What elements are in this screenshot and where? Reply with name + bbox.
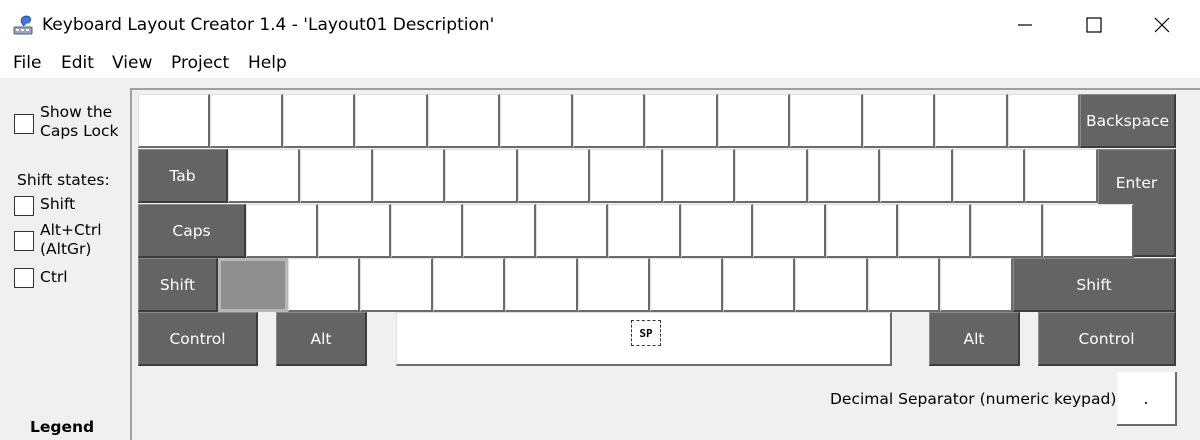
space-key-label: SP — [631, 320, 661, 346]
key[interactable] — [500, 94, 573, 148]
menu-help[interactable]: Help — [248, 53, 287, 73]
key[interactable] — [935, 94, 1008, 148]
key[interactable] — [573, 94, 645, 148]
show-caps-lock-label: Show the Caps Lock — [40, 103, 119, 140]
altgr-label: Alt+Ctrl (AltGr) — [40, 221, 102, 258]
key[interactable] — [505, 258, 578, 312]
key[interactable] — [318, 204, 391, 258]
key[interactable] — [445, 149, 518, 203]
minimize-button[interactable] — [992, 0, 1058, 50]
menu-view[interactable]: View — [112, 53, 152, 73]
key[interactable] — [953, 149, 1025, 203]
key[interactable] — [880, 149, 953, 203]
key[interactable] — [645, 94, 718, 148]
shift-left-key[interactable]: Shift — [138, 258, 218, 312]
key[interactable] — [681, 204, 753, 258]
control-left-key[interactable]: Control — [138, 312, 258, 366]
caps-key[interactable]: Caps — [138, 204, 246, 258]
key[interactable] — [373, 149, 445, 203]
close-icon — [1154, 17, 1170, 33]
altgr-checkbox[interactable] — [14, 231, 34, 251]
key[interactable] — [790, 94, 863, 148]
key[interactable] — [608, 204, 681, 258]
menu-project[interactable]: Project — [171, 53, 229, 73]
maximize-icon — [1086, 17, 1102, 33]
maximize-button[interactable] — [1060, 0, 1126, 50]
shift-right-key[interactable]: Shift — [1013, 258, 1176, 312]
key[interactable] — [433, 258, 505, 312]
key[interactable] — [210, 94, 283, 148]
key[interactable] — [863, 94, 935, 148]
ctrl-label: Ctrl — [40, 268, 68, 286]
decimal-separator-key[interactable]: . — [1117, 372, 1177, 426]
key[interactable] — [288, 258, 360, 312]
control-right-key[interactable]: Control — [1038, 312, 1176, 366]
key[interactable] — [940, 258, 1013, 312]
key[interactable] — [246, 204, 318, 258]
menu-edit[interactable]: Edit — [61, 53, 94, 73]
show-caps-lock-checkbox[interactable] — [14, 114, 34, 134]
legend-label: Legend — [30, 418, 95, 436]
menu-file[interactable]: File — [13, 53, 41, 73]
key[interactable] — [463, 204, 536, 258]
key[interactable] — [650, 258, 723, 312]
key[interactable] — [898, 204, 971, 258]
key[interactable] — [826, 204, 898, 258]
alt-right-key[interactable]: Alt — [929, 312, 1020, 366]
window-title: Keyboard Layout Creator 1.4 - 'Layout01 … — [42, 15, 495, 35]
ctrl-checkbox[interactable] — [14, 268, 34, 288]
key[interactable] — [518, 149, 590, 203]
key[interactable] — [663, 149, 735, 203]
key[interactable] — [868, 258, 940, 312]
shift-label: Shift — [40, 195, 76, 213]
title-bar: Keyboard Layout Creator 1.4 - 'Layout01 … — [0, 0, 1200, 50]
tab-key[interactable]: Tab — [138, 149, 228, 203]
minimize-icon — [1018, 24, 1032, 26]
shift-checkbox[interactable] — [14, 196, 34, 216]
key[interactable] — [795, 258, 868, 312]
key[interactable] — [971, 204, 1043, 258]
selected-key[interactable] — [218, 258, 288, 312]
key[interactable] — [1025, 149, 1098, 203]
shift-states-title: Shift states: — [17, 171, 110, 189]
key[interactable] — [428, 94, 500, 148]
close-button[interactable] — [1128, 0, 1194, 50]
key[interactable] — [590, 149, 663, 203]
decimal-separator-label: Decimal Separator (numeric keypad) — [830, 390, 1117, 408]
key[interactable] — [355, 94, 428, 148]
key[interactable] — [808, 149, 880, 203]
key[interactable] — [718, 94, 790, 148]
key[interactable] — [1008, 94, 1080, 148]
app-icon — [13, 15, 33, 35]
key[interactable] — [735, 149, 808, 203]
key[interactable] — [228, 149, 300, 203]
key[interactable] — [753, 204, 826, 258]
backspace-key[interactable]: Backspace — [1080, 94, 1176, 148]
key[interactable] — [536, 204, 608, 258]
key[interactable] — [360, 258, 433, 312]
menu-bar: File Edit View Project Help — [0, 50, 1200, 78]
key[interactable] — [723, 258, 795, 312]
key[interactable] — [300, 149, 373, 203]
key[interactable] — [283, 94, 355, 148]
alt-left-key[interactable]: Alt — [276, 312, 367, 366]
key[interactable] — [578, 258, 650, 312]
key[interactable] — [391, 204, 463, 258]
key[interactable] — [138, 94, 210, 148]
key[interactable] — [1043, 204, 1134, 258]
